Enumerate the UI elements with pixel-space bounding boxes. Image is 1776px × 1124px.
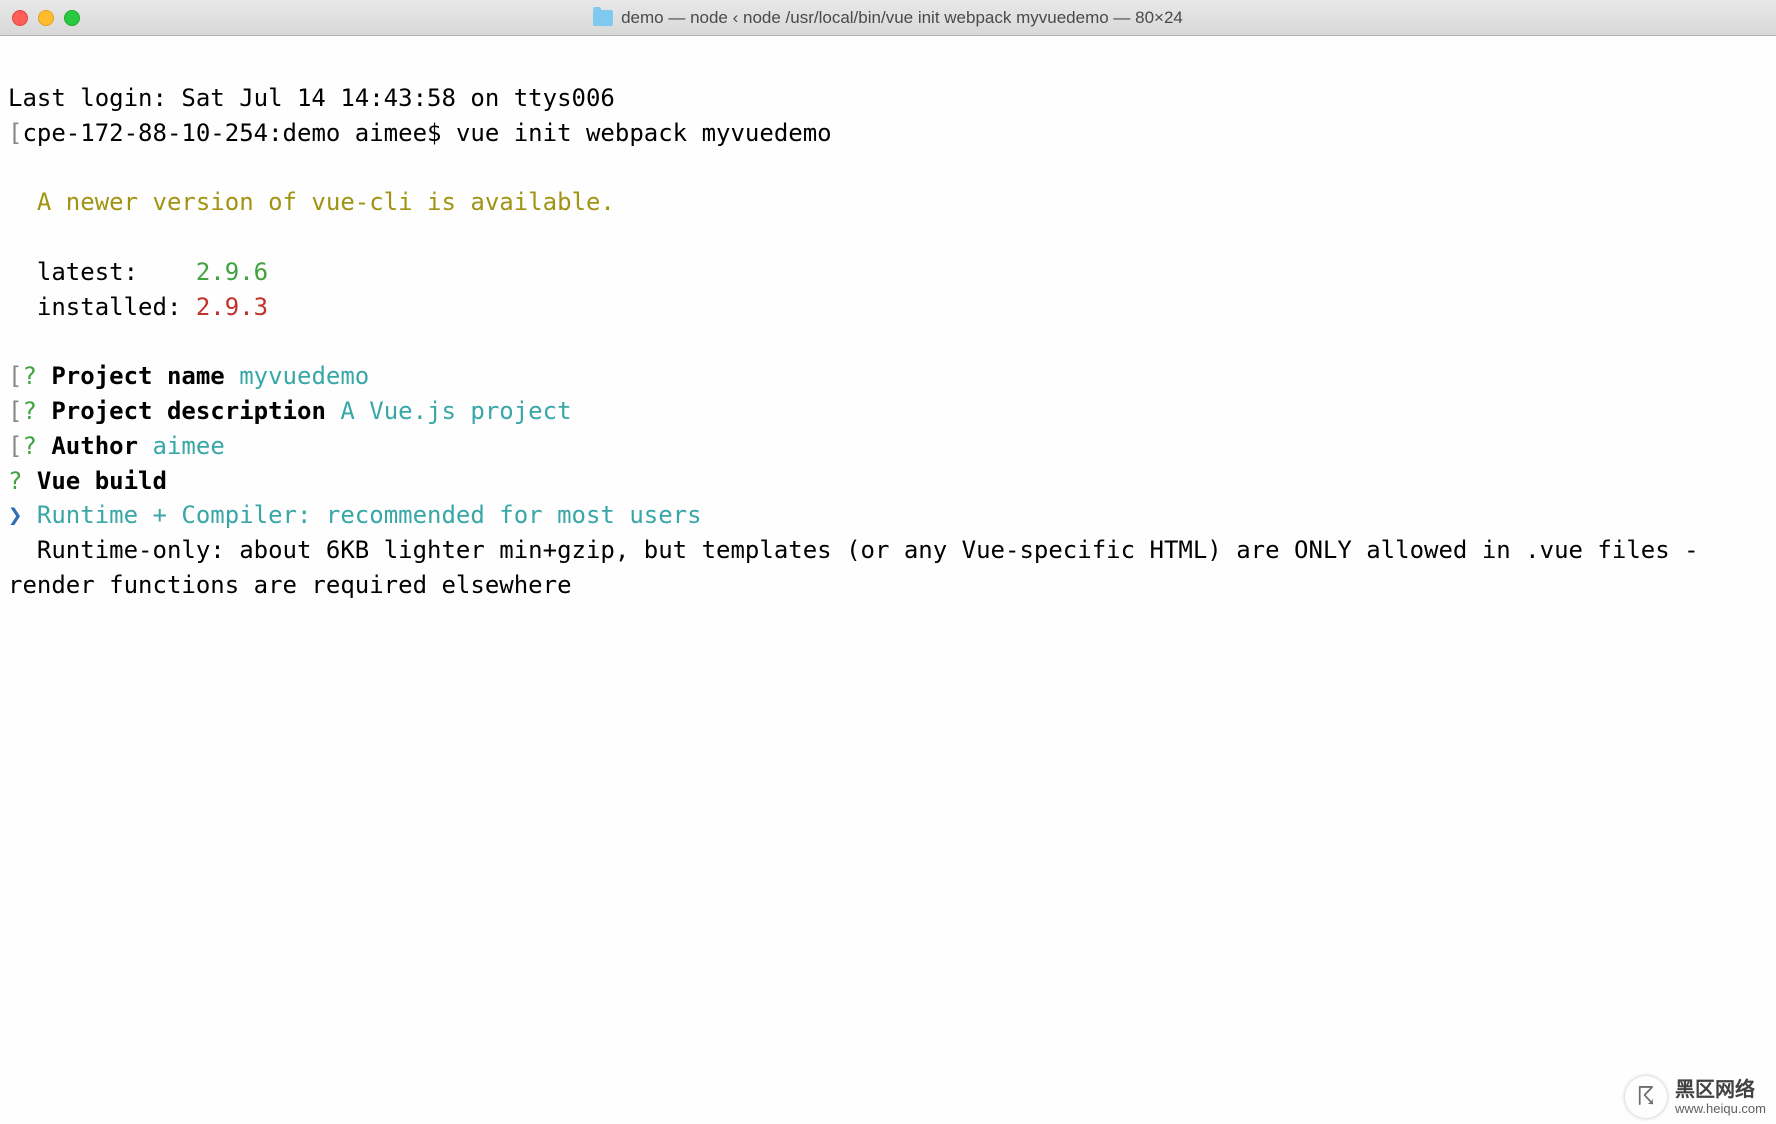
watermark-brand: 黑区网络 xyxy=(1675,1079,1766,1101)
prompt-project-name: [? Project name myvuedemo xyxy=(8,359,1768,394)
terminal-body[interactable]: Last login: Sat Jul 14 14:43:58 on ttys0… xyxy=(0,36,1776,1124)
watermark-logo-icon: ☈ xyxy=(1625,1076,1667,1118)
project-name-value: myvuedemo xyxy=(239,362,369,390)
installed-line: installed: 2.9.3 xyxy=(8,290,1768,325)
option-runtime-compiler[interactable]: ❯ Runtime + Compiler: recommended for mo… xyxy=(8,498,1768,533)
latest-version: 2.9.6 xyxy=(196,258,268,286)
folder-icon xyxy=(593,10,613,26)
window-title: demo — node ‹ node /usr/local/bin/vue in… xyxy=(593,8,1183,28)
installed-version: 2.9.3 xyxy=(196,293,268,321)
minimize-icon[interactable] xyxy=(38,10,54,26)
watermark: ☈ 黑区网络 www.heiqu.com xyxy=(1625,1076,1766,1118)
watermark-url: www.heiqu.com xyxy=(1675,1101,1766,1116)
close-icon[interactable] xyxy=(12,10,28,26)
update-notice: A newer version of vue-cli is available. xyxy=(8,185,1768,220)
project-desc-value: A Vue.js project xyxy=(340,397,571,425)
traffic-lights xyxy=(12,10,80,26)
shell-prompt: cpe-172-88-10-254:demo aimee$ xyxy=(22,119,455,147)
prompt-author: [? Author aimee xyxy=(8,429,1768,464)
maximize-icon[interactable] xyxy=(64,10,80,26)
latest-line: latest: 2.9.6 xyxy=(8,255,1768,290)
last-login-line: Last login: Sat Jul 14 14:43:58 on ttys0… xyxy=(8,81,1768,116)
window-titlebar: demo — node ‹ node /usr/local/bin/vue in… xyxy=(0,0,1776,36)
author-value: aimee xyxy=(153,432,225,460)
option-runtime-only[interactable]: Runtime-only: about 6KB lighter min+gzip… xyxy=(8,533,1768,603)
prompt-project-desc: [? Project description A Vue.js project xyxy=(8,394,1768,429)
command-text: vue init webpack myvuedemo xyxy=(456,119,832,147)
chevron-right-icon: ❯ xyxy=(8,501,37,529)
window-title-text: demo — node ‹ node /usr/local/bin/vue in… xyxy=(621,8,1183,28)
prompt-line: [cpe-172-88-10-254:demo aimee$ vue init … xyxy=(8,116,1768,151)
prompt-vue-build: ? Vue build xyxy=(8,464,1768,499)
